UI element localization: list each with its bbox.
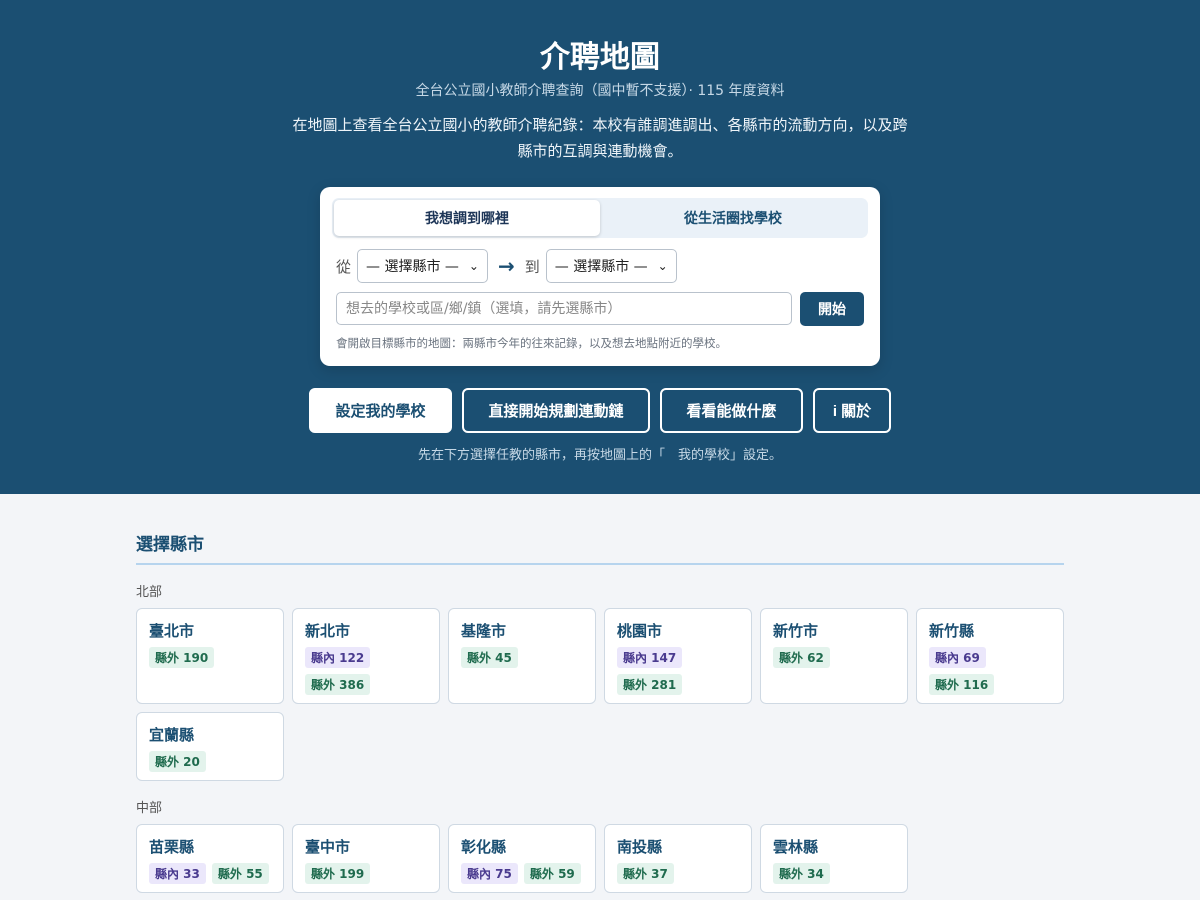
chevron-down-icon: ⌄ (468, 259, 479, 273)
county-badges: 縣內 75 縣外 59 (461, 863, 583, 884)
county-card[interactable]: 雲林縣縣外 34 (760, 824, 908, 893)
to-county-select[interactable]: — 選擇縣市 — ⌄ (545, 249, 677, 283)
county-name: 彰化縣 (461, 838, 507, 856)
county-badges: 縣外 190 (149, 647, 271, 668)
tab-life-circle[interactable]: 從生活圈找學校 (600, 200, 866, 236)
to-county-select-value: — 選擇縣市 — (554, 259, 648, 275)
county-name: 新竹縣 (929, 622, 975, 640)
county-name: 宜蘭縣 (149, 726, 195, 744)
county-badges: 縣內 69 縣外 116 (929, 647, 1051, 695)
county-badges: 縣外 199 (305, 863, 427, 884)
county-card[interactable]: 宜蘭縣縣外 20 (136, 712, 284, 781)
county-name: 桃園市 (617, 622, 663, 640)
in-county-count-badge: 縣內 122 (305, 647, 371, 668)
out-county-count-badge: 縣外 37 (617, 863, 674, 884)
county-card[interactable]: 新竹市縣外 62 (760, 608, 908, 704)
chevron-down-icon: ⌄ (657, 259, 668, 273)
county-name: 南投縣 (617, 838, 663, 856)
county-name: 新北市 (305, 622, 351, 640)
region-list: 北部 臺北市 縣外 190 新北市 縣內 122 縣外 386 基隆市 縣外 45 桃園市 縣內 … (136, 581, 1064, 893)
set-my-school-button[interactable]: 設定我的學校 (309, 388, 452, 433)
start-chain-planning-button[interactable]: 直接開始規劃連動鏈 (462, 388, 650, 433)
county-name: 臺中市 (305, 838, 351, 856)
county-card[interactable]: 新竹縣縣內 69 縣外 116 (916, 608, 1064, 704)
out-county-count-badge: 縣外 34 (773, 863, 830, 884)
county-badges: 縣外 62 (773, 647, 895, 668)
county-card[interactable]: 新北市縣內 122 縣外 386 (292, 608, 440, 704)
arrow-right-icon: → (497, 254, 515, 278)
county-name: 雲林縣 (773, 838, 819, 856)
in-county-count-badge: 縣內 69 (929, 647, 986, 668)
section-title: 選擇縣市 (136, 530, 1064, 565)
action-buttons: 設定我的學校 直接開始規劃連動鏈 看看能做什麼 i 關於 (0, 388, 1200, 433)
out-county-count-badge: 縣外 199 (305, 863, 371, 884)
in-county-count-badge: 縣內 33 (149, 863, 206, 884)
county-card[interactable]: 南投縣縣外 37 (604, 824, 752, 893)
out-county-count-badge: 縣外 20 (149, 751, 206, 772)
region-label: 中部 (136, 801, 163, 816)
out-county-count-badge: 縣外 59 (523, 863, 581, 884)
from-county-select-value: — 選擇縣市 — (366, 259, 459, 275)
out-county-count-badge: 縣外 190 (149, 647, 215, 668)
out-county-count-badge: 縣外 281 (617, 674, 683, 695)
search-hint: 會開啟目標縣市的地圖：兩縣市今年的往來記錄，以及想去地點附近的學校。 (336, 336, 727, 350)
page-subtitle: 全台公立國小教師介聘查詢（國中暫不支援）· 115 年度資料 (415, 83, 785, 99)
start-button[interactable]: 開始 (800, 292, 864, 326)
page-description: 在地圖上查看全台公立國小的教師介聘紀錄：本校有誰調進調出、各縣市的流動方向，以及… (292, 116, 908, 160)
school-area-input[interactable] (336, 292, 792, 325)
county-card[interactable]: 臺中市縣外 199 (292, 824, 440, 893)
from-county-select[interactable]: — 選擇縣市 — ⌄ (357, 249, 488, 283)
action-note: 先在下方選擇任教的縣市，再按地圖上的「 我的學校」設定。 (417, 448, 782, 463)
county-route-row: 從 — 選擇縣市 — ⌄ → 到 — 選擇縣市 — ⌄ (336, 249, 677, 283)
county-badges: 縣外 37 (617, 863, 739, 884)
county-card[interactable]: 桃園市縣內 147 縣外 281 (604, 608, 752, 704)
in-county-count-badge: 縣內 147 (617, 647, 683, 668)
out-county-count-badge: 縣外 55 (211, 863, 269, 884)
out-county-count-badge: 縣外 62 (773, 647, 830, 668)
county-card[interactable]: 彰化縣縣內 75 縣外 59 (448, 824, 596, 893)
page-title: 介聘地圖 (540, 40, 660, 75)
county-name: 新竹市 (773, 622, 819, 640)
about-button[interactable]: i 關於 (813, 388, 891, 433)
tab-transfer-destination[interactable]: 我想調到哪裡 (334, 200, 600, 236)
county-name: 基隆市 (461, 622, 507, 640)
to-label: 到 (524, 257, 540, 276)
county-grid: 苗栗縣 縣內 33 縣外 55 臺中市 縣外 199 彰化縣 縣內 75 縣外 59 南投縣 縣外… (136, 824, 1064, 893)
search-tabs: 我想調到哪裡 從生活圈找學校 (332, 198, 868, 238)
county-badges: 縣內 147 縣外 281 (617, 647, 739, 695)
search-card: 我想調到哪裡 從生活圈找學校 從 — 選擇縣市 — ⌄ → 到 — 選擇縣市 —… (320, 187, 880, 366)
county-badges: 縣內 33 縣外 55 (149, 863, 271, 884)
county-grid: 臺北市 縣外 190 新北市 縣內 122 縣外 386 基隆市 縣外 45 桃園市 縣內 14… (136, 608, 1064, 781)
from-label: 從 (336, 257, 352, 276)
hero-header: 介聘地圖 全台公立國小教師介聘查詢（國中暫不支援）· 115 年度資料 在地圖上… (0, 0, 1200, 494)
what-can-i-do-button[interactable]: 看看能做什麼 (660, 388, 803, 433)
county-section: 選擇縣市 北部 臺北市 縣外 190 新北市 縣內 122 縣外 386 基隆市 縣外 45 桃… (136, 494, 1064, 893)
county-badges: 縣外 45 (461, 647, 583, 668)
out-county-count-badge: 縣外 386 (305, 674, 371, 695)
county-card[interactable]: 基隆市縣外 45 (448, 608, 596, 704)
school-search-row: 開始 (336, 292, 864, 326)
out-county-count-badge: 縣外 116 (929, 674, 995, 695)
region-label: 北部 (136, 585, 163, 600)
county-name: 苗栗縣 (149, 838, 195, 856)
county-badges: 縣外 20 (149, 751, 271, 772)
out-county-count-badge: 縣外 45 (461, 647, 518, 668)
county-name: 臺北市 (149, 622, 195, 640)
county-card[interactable]: 苗栗縣縣內 33 縣外 55 (136, 824, 284, 893)
county-badges: 縣外 34 (773, 863, 895, 884)
county-badges: 縣內 122 縣外 386 (305, 647, 427, 695)
in-county-count-badge: 縣內 75 (461, 863, 518, 884)
county-card[interactable]: 臺北市縣外 190 (136, 608, 284, 704)
